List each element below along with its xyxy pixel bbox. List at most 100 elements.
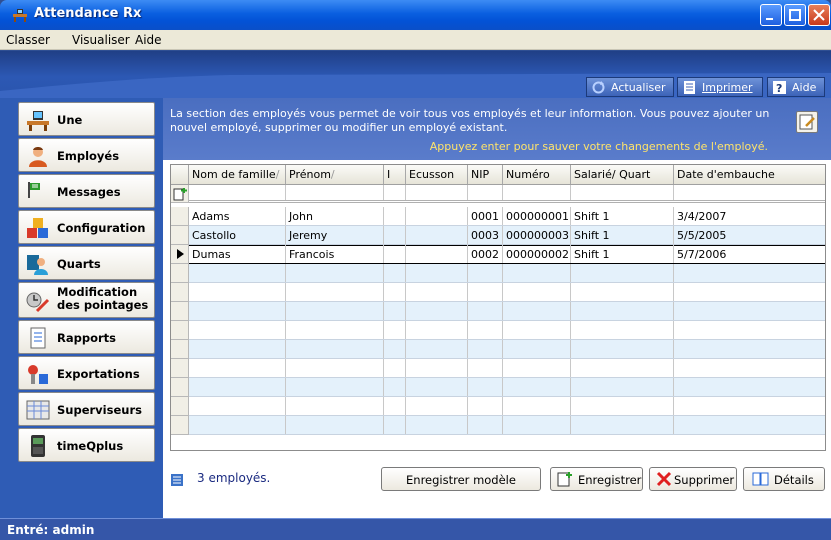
table-cell[interactable]: [571, 283, 674, 301]
table-cell[interactable]: [384, 245, 406, 263]
table-cell[interactable]: [468, 302, 503, 320]
sidebar-item-modification-pointages[interactable]: Modification des pointages: [18, 282, 155, 318]
table-cell[interactable]: [286, 302, 384, 320]
table-row[interactable]: Dumas Francois 0002 000000002 Shift 1 5/7/200…: [171, 245, 825, 264]
row-selector[interactable]: [171, 416, 189, 435]
minimize-button[interactable]: [760, 4, 782, 26]
table-cell[interactable]: [571, 264, 674, 282]
table-cell[interactable]: Shift 1: [571, 226, 674, 244]
table-cell[interactable]: [189, 416, 286, 434]
empty-row[interactable]: [171, 283, 825, 302]
table-cell[interactable]: [286, 264, 384, 282]
table-cell[interactable]: [384, 226, 406, 244]
table-cell[interactable]: [503, 340, 571, 358]
row-selector[interactable]: [171, 397, 189, 416]
close-button[interactable]: [808, 4, 830, 26]
new-row-selector[interactable]: [171, 185, 189, 203]
menu-aide[interactable]: Aide: [135, 33, 162, 47]
sidebar-item-exportations[interactable]: Exportations: [18, 356, 155, 390]
row-selector[interactable]: [171, 264, 189, 283]
sidebar-item-timeqplus[interactable]: timeQplus: [18, 428, 155, 462]
table-cell[interactable]: [468, 321, 503, 339]
table-cell[interactable]: [571, 340, 674, 358]
empty-row[interactable]: [171, 378, 825, 397]
table-cell[interactable]: [384, 359, 406, 377]
row-selector[interactable]: [171, 302, 189, 321]
row-selector[interactable]: [171, 283, 189, 302]
table-cell[interactable]: [503, 321, 571, 339]
empty-row[interactable]: [171, 340, 825, 359]
table-cell[interactable]: [571, 378, 674, 396]
table-cell[interactable]: Dumas: [189, 245, 286, 263]
table-cell[interactable]: [503, 416, 571, 434]
table-cell[interactable]: [674, 340, 825, 358]
table-cell[interactable]: [406, 416, 468, 434]
table-cell[interactable]: [406, 302, 468, 320]
table-cell[interactable]: John: [286, 207, 384, 225]
delete-button[interactable]: Supprimer: [649, 467, 737, 491]
sidebar-item-rapports[interactable]: Rapports: [18, 320, 155, 354]
row-selector[interactable]: [171, 359, 189, 378]
table-cell[interactable]: [406, 321, 468, 339]
table-cell[interactable]: [286, 397, 384, 415]
table-cell[interactable]: 0001: [468, 207, 503, 225]
table-cell[interactable]: [674, 378, 825, 396]
table-cell[interactable]: [674, 416, 825, 434]
table-cell[interactable]: [406, 340, 468, 358]
table-cell[interactable]: [286, 340, 384, 358]
table-cell[interactable]: [674, 397, 825, 415]
table-cell[interactable]: [468, 397, 503, 415]
table-cell[interactable]: [571, 397, 674, 415]
table-cell[interactable]: [406, 245, 468, 263]
table-cell[interactable]: [468, 283, 503, 301]
table-row[interactable]: Castollo Jeremy 0003 000000003 Shift 1 5/5/20…: [171, 226, 825, 245]
table-cell[interactable]: 0003: [468, 226, 503, 244]
table-cell[interactable]: [189, 283, 286, 301]
table-cell[interactable]: [384, 378, 406, 396]
table-cell[interactable]: [189, 302, 286, 320]
table-cell[interactable]: [406, 397, 468, 415]
help-button[interactable]: ? Aide: [767, 77, 825, 97]
table-cell[interactable]: [406, 359, 468, 377]
table-cell[interactable]: [406, 207, 468, 225]
table-cell[interactable]: [189, 397, 286, 415]
table-cell[interactable]: [384, 264, 406, 282]
table-cell[interactable]: [674, 359, 825, 377]
table-cell[interactable]: Adams: [189, 207, 286, 225]
table-cell[interactable]: [384, 207, 406, 225]
table-cell[interactable]: [384, 340, 406, 358]
table-cell[interactable]: [571, 302, 674, 320]
table-cell[interactable]: Jeremy: [286, 226, 384, 244]
menu-visualiser[interactable]: Visualiser: [72, 33, 130, 47]
new-row-cell[interactable]: [468, 185, 503, 200]
sidebar-item-une[interactable]: Une: [18, 102, 155, 136]
new-row-cell[interactable]: [286, 185, 384, 200]
new-row-cell[interactable]: [674, 185, 825, 200]
sidebar-item-configuration[interactable]: Configuration: [18, 210, 155, 244]
sidebar-item-employes[interactable]: Employés: [18, 138, 155, 172]
column-header[interactable]: Date d'embauche: [674, 165, 825, 184]
sidebar-item-superviseurs[interactable]: Superviseurs: [18, 392, 155, 426]
empty-row[interactable]: [171, 397, 825, 416]
table-cell[interactable]: [406, 226, 468, 244]
table-cell[interactable]: [189, 378, 286, 396]
column-header[interactable]: Numéro: [503, 165, 571, 184]
table-cell[interactable]: Shift 1: [571, 207, 674, 225]
column-header[interactable]: Ecusson: [406, 165, 468, 184]
table-cell[interactable]: [384, 321, 406, 339]
table-cell[interactable]: [406, 378, 468, 396]
table-cell[interactable]: 0002: [468, 245, 503, 263]
details-button[interactable]: Détails: [743, 467, 825, 491]
table-cell[interactable]: 000000003: [503, 226, 571, 244]
table-cell[interactable]: [384, 397, 406, 415]
table-cell[interactable]: [286, 416, 384, 434]
table-cell[interactable]: [571, 416, 674, 434]
table-cell[interactable]: [674, 321, 825, 339]
table-cell[interactable]: 5/7/2006: [674, 245, 825, 263]
column-header[interactable]: Salarié/ Quart: [571, 165, 674, 184]
table-cell[interactable]: [406, 264, 468, 282]
table-cell[interactable]: [503, 397, 571, 415]
table-cell[interactable]: [189, 264, 286, 282]
table-cell[interactable]: [674, 283, 825, 301]
table-cell[interactable]: 000000001: [503, 207, 571, 225]
